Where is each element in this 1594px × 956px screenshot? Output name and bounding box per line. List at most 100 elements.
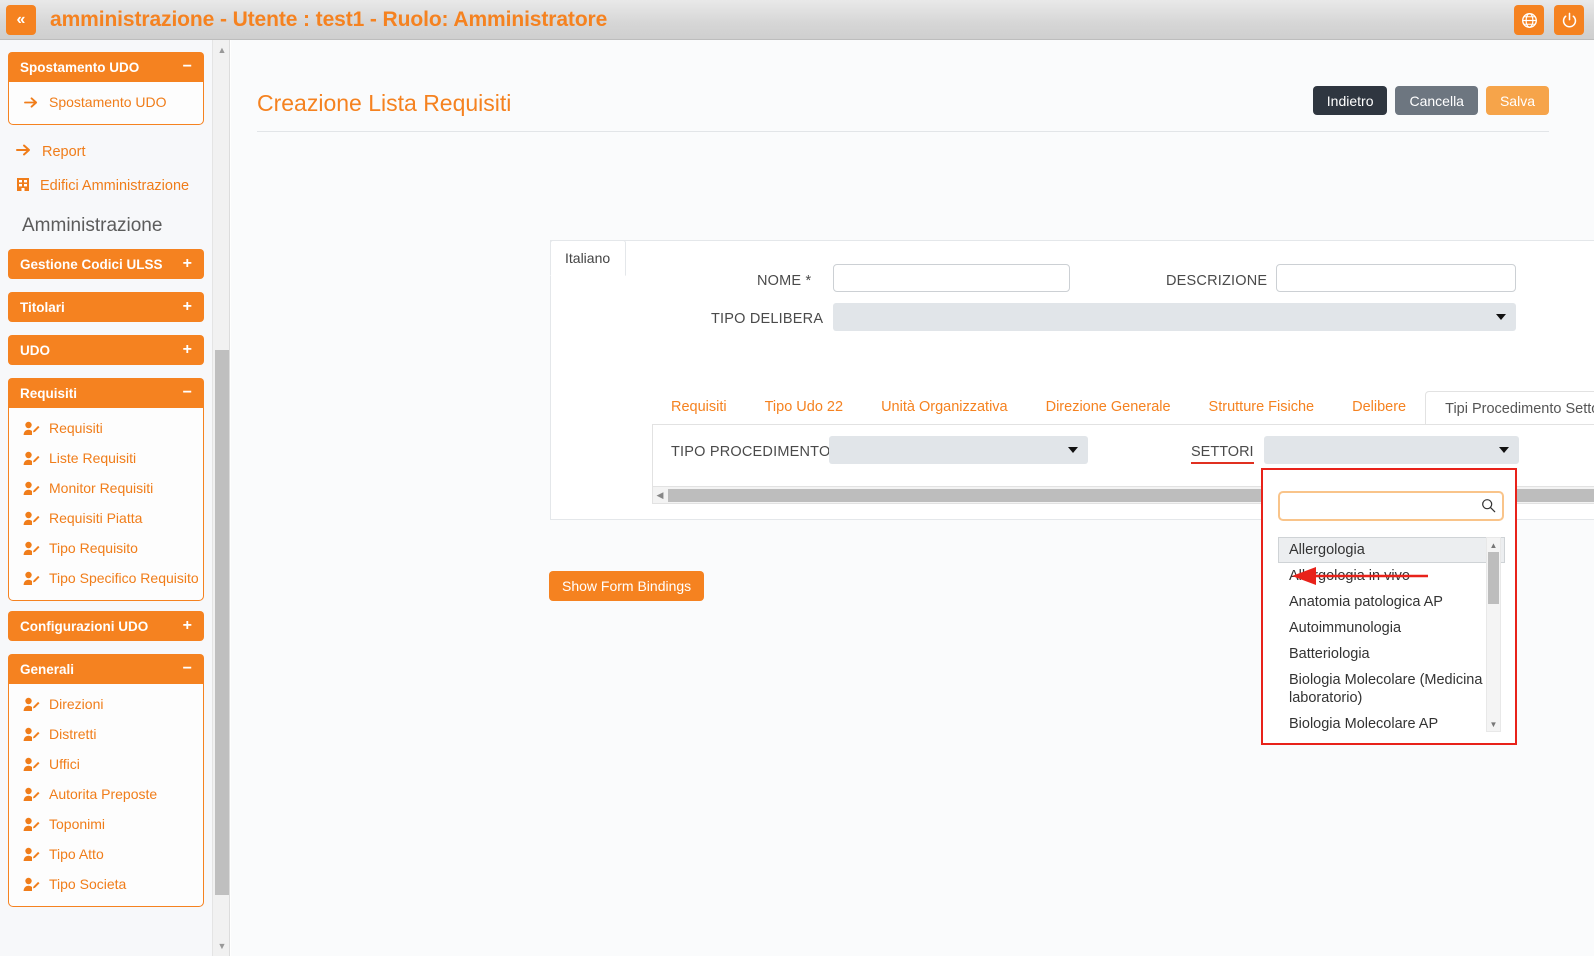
building-icon <box>16 177 30 196</box>
user-edit-icon <box>23 877 40 892</box>
sidebar-item-autorita-preposte[interactable]: Autorita Preposte <box>9 779 203 809</box>
sidebar-item-requisiti-piatta[interactable]: Requisiti Piatta <box>9 503 203 533</box>
dropdown-option[interactable]: Allergologia in vivo <box>1278 563 1505 589</box>
sidebar-group-requisiti[interactable]: Requisiti − <box>8 378 204 408</box>
sidebar-collapse-button[interactable]: « <box>6 4 36 35</box>
show-form-bindings-button[interactable]: Show Form Bindings <box>549 571 705 601</box>
collapse-sign-icon: − <box>182 660 192 677</box>
chevron-down-icon <box>1499 447 1509 453</box>
sidebar-item-label: Distretti <box>49 726 97 742</box>
sidebar-item-label: Report <box>42 144 86 160</box>
sidebar-item-label: Tipo Atto <box>49 846 104 862</box>
sidebar-group-label: Spostamento UDO <box>20 59 140 75</box>
sidebar-group-titolari[interactable]: Titolari + <box>8 292 204 322</box>
inner-tabs: Requisiti Tipo Udo 22 Unità Organizzativ… <box>652 389 1594 425</box>
settori-select[interactable] <box>1264 436 1519 464</box>
expand-sign-icon: + <box>182 255 192 272</box>
sidebar-item-direzioni[interactable]: Direzioni <box>9 689 203 719</box>
sidebar-item-label: Autorita Preposte <box>49 786 158 802</box>
user-edit-icon <box>23 847 40 862</box>
sidebar-group-spostamento-udo[interactable]: Spostamento UDO − <box>8 52 204 82</box>
dropdown-scrollbar-thumb[interactable] <box>1488 552 1499 604</box>
cancel-button[interactable]: Cancella <box>1395 86 1478 115</box>
tab-delibere[interactable]: Delibere <box>1333 390 1425 424</box>
caret-left-icon[interactable]: ◀ <box>653 490 667 501</box>
sidebar-group-label: UDO <box>20 342 50 358</box>
double-chevron-left-icon: « <box>16 10 26 28</box>
sidebar-scrollbar[interactable]: ▲ ▼ <box>212 40 230 956</box>
caret-up-icon[interactable]: ▲ <box>213 42 231 58</box>
dropdown-option[interactable]: Biologia Molecolare (Medicina laboratori… <box>1278 667 1505 711</box>
sidebar-item-tipo-specifico-requisito[interactable]: Tipo Specifico Requisito <box>9 563 203 593</box>
save-button[interactable]: Salva <box>1485 86 1549 115</box>
tipo-delibera-select[interactable] <box>833 303 1516 331</box>
top-bar: « amministrazione - Utente : test1 - Ruo… <box>0 0 1594 40</box>
sidebar-item-uffici[interactable]: Uffici <box>9 749 203 779</box>
logout-button[interactable] <box>1554 5 1584 35</box>
back-button[interactable]: Indietro <box>1312 86 1388 115</box>
sidebar-group-udo[interactable]: UDO + <box>8 335 204 365</box>
sidebar-item-tipo-requisito[interactable]: Tipo Requisito <box>9 533 203 563</box>
chevron-down-icon <box>1068 447 1078 453</box>
sidebar-group-gestione-codici-ulss[interactable]: Gestione Codici ULSS + <box>8 249 204 279</box>
sidebar-item-spostamento-udo[interactable]: Spostamento UDO <box>9 87 203 117</box>
tipo-procedimento-select[interactable] <box>829 436 1088 464</box>
sidebar-item-label: Monitor Requisiti <box>49 480 154 496</box>
dropdown-search-input[interactable] <box>1278 491 1504 521</box>
language-button[interactable] <box>1514 5 1544 35</box>
tab-italiano[interactable]: Italiano <box>550 240 626 276</box>
sidebar-item-distretti[interactable]: Distretti <box>9 719 203 749</box>
tab-direzione-generale[interactable]: Direzione Generale <box>1027 390 1190 424</box>
user-edit-icon <box>23 511 40 526</box>
sidebar-group-label: Configurazioni UDO <box>20 618 149 634</box>
user-edit-icon <box>23 697 40 712</box>
sidebar-item-report[interactable]: Report <box>8 135 204 169</box>
sidebar-group-body-generali: Direzioni Distretti Uffici Autorita Prep… <box>8 684 204 907</box>
sidebar-item-toponimi[interactable]: Toponimi <box>9 809 203 839</box>
caret-down-icon[interactable]: ▼ <box>213 938 231 954</box>
caret-up-icon[interactable]: ▲ <box>1487 538 1500 552</box>
settori-dropdown-popup: Allergologia Allergologia in vivo Anatom… <box>1261 468 1517 745</box>
expand-sign-icon: + <box>182 617 192 634</box>
sidebar-item-label: Liste Requisiti <box>49 450 137 466</box>
sidebar-item-requisiti[interactable]: Requisiti <box>9 413 203 443</box>
dropdown-option-list[interactable]: Allergologia Allergologia in vivo Anatom… <box>1278 537 1505 732</box>
sidebar-group-label: Requisiti <box>20 385 78 401</box>
sidebar-item-edifici-amministrazione[interactable]: Edifici Amministrazione <box>8 169 204 203</box>
tab-unita-organizzativa[interactable]: Unità Organizzativa <box>862 390 1027 424</box>
dropdown-option[interactable]: Biologia Molecolare AP <box>1278 711 1505 732</box>
sidebar-item-liste-requisiti[interactable]: Liste Requisiti <box>9 443 203 473</box>
tab-tipo-udo-22[interactable]: Tipo Udo 22 <box>746 390 862 424</box>
sidebar-item-tipo-atto[interactable]: Tipo Atto <box>9 839 203 869</box>
top-bar-actions <box>1514 5 1584 35</box>
power-icon <box>1562 12 1576 27</box>
dropdown-option[interactable]: Anatomia patologica AP <box>1278 589 1505 615</box>
dropdown-vertical-scrollbar[interactable]: ▲ ▼ <box>1486 537 1501 732</box>
user-edit-icon <box>23 541 40 556</box>
nome-label: NOME * <box>757 273 812 289</box>
sidebar-group-label: Gestione Codici ULSS <box>20 256 163 272</box>
sidebar-item-label: Requisiti <box>49 420 103 436</box>
sidebar-item-label: Tipo Requisito <box>49 540 138 556</box>
sidebar-scrollbar-thumb[interactable] <box>215 350 229 895</box>
settori-label: SETTORI <box>1191 444 1254 464</box>
sidebar-item-tipo-societa[interactable]: Tipo Societa <box>9 869 203 899</box>
tab-tipi-procedimento-settore[interactable]: Tipi Procedimento Settore <box>1425 391 1594 424</box>
sidebar-group-body-spostamento-udo: Spostamento UDO <box>8 82 204 125</box>
caret-down-icon[interactable]: ▼ <box>1487 717 1500 731</box>
sidebar-item-monitor-requisiti[interactable]: Monitor Requisiti <box>9 473 203 503</box>
sidebar-group-generali[interactable]: Generali − <box>8 654 204 684</box>
dropdown-option[interactable]: Batteriologia <box>1278 641 1505 667</box>
dropdown-option[interactable]: Autoimmunologia <box>1278 615 1505 641</box>
sidebar-group-configurazioni-udo[interactable]: Configurazioni UDO + <box>8 611 204 641</box>
tab-requisiti[interactable]: Requisiti <box>652 390 746 424</box>
tab-strutture-fisiche[interactable]: Strutture Fisiche <box>1190 390 1334 424</box>
dropdown-option[interactable]: Allergologia <box>1278 537 1505 563</box>
user-edit-icon <box>23 757 40 772</box>
tipo-procedimento-label: TIPO PROCEDIMENTO <box>671 444 831 460</box>
user-edit-icon <box>23 481 40 496</box>
descrizione-input[interactable] <box>1276 264 1516 292</box>
nome-input[interactable] <box>833 264 1070 292</box>
